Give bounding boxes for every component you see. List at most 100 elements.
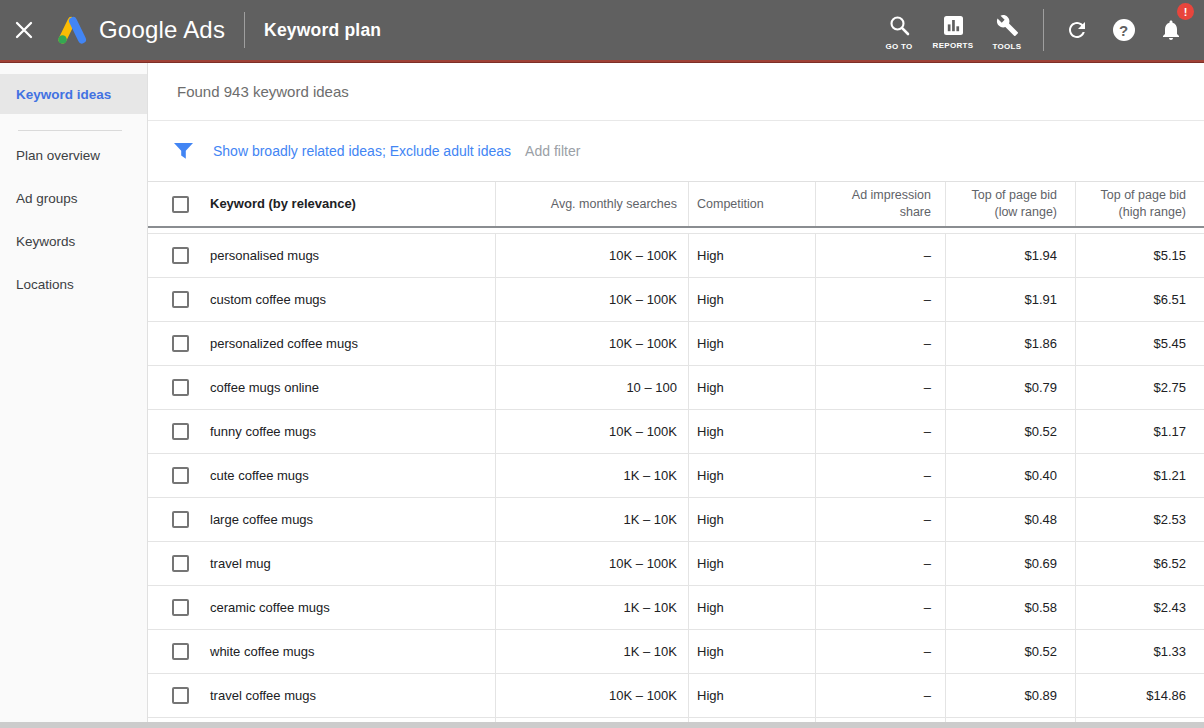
sidebar-item-keyword-ideas[interactable]: Keyword ideas: [0, 74, 147, 114]
keyword-cell: travel coffee mugs: [210, 674, 495, 717]
tools-button[interactable]: TOOLS: [980, 0, 1034, 60]
competition-cell: High: [688, 630, 815, 673]
row-checkbox[interactable]: [148, 454, 210, 497]
column-header-searches[interactable]: Avg. monthly searches: [495, 182, 688, 226]
competition-cell: High: [688, 410, 815, 453]
row-checkbox[interactable]: [148, 366, 210, 409]
low-bid-cell: $0.79: [945, 366, 1075, 409]
select-all-checkbox[interactable]: [148, 196, 210, 213]
row-checkbox[interactable]: [148, 234, 210, 277]
help-button[interactable]: ?: [1100, 0, 1147, 60]
table-row[interactable]: personalised mugs 10K – 100K High – $1.9…: [148, 234, 1204, 278]
high-bid-cell: $6.51: [1075, 278, 1204, 321]
row-checkbox[interactable]: [148, 410, 210, 453]
keyword-cell: travel mug: [210, 542, 495, 585]
keyword-cell: personalized coffee mugs: [210, 322, 495, 365]
row-checkbox[interactable]: [148, 674, 210, 717]
table-row[interactable]: white coffee mugs 1K – 10K High – $0.52 …: [148, 630, 1204, 674]
high-bid-cell: $2.75: [1075, 366, 1204, 409]
searches-cell: 10K – 100K: [495, 278, 688, 321]
table-row[interactable]: personalized coffee mugs 10K – 100K High…: [148, 322, 1204, 366]
keyword-cell: coffee mugs online: [210, 366, 495, 409]
impression-share-cell: –: [815, 542, 945, 585]
horizontal-scrollbar[interactable]: [0, 722, 1204, 728]
row-checkbox[interactable]: [148, 498, 210, 541]
bar-chart-icon: [943, 15, 964, 39]
filter-bar: Show broadly related ideas; Exclude adul…: [148, 121, 1204, 181]
impression-share-cell: –: [815, 366, 945, 409]
competition-cell: High: [688, 586, 815, 629]
table-row[interactable]: funny coffee mugs 10K – 100K High – $0.5…: [148, 410, 1204, 454]
sidebar: Keyword ideas Plan overview Ad groups Ke…: [0, 63, 148, 727]
keyword-table: Keyword (by relevance) Avg. monthly sear…: [148, 181, 1204, 727]
topbar: Google Ads Keyword plan GO TO REPORTS: [0, 0, 1204, 60]
help-icon: ?: [1113, 19, 1135, 41]
table-body: personalised mugs 10K – 100K High – $1.9…: [148, 234, 1204, 727]
keyword-cell: white coffee mugs: [210, 630, 495, 673]
column-header-keyword[interactable]: Keyword (by relevance): [210, 195, 495, 213]
column-header-competition[interactable]: Competition: [688, 182, 815, 226]
table-row[interactable]: travel mug 10K – 100K High – $0.69 $6.52: [148, 542, 1204, 586]
searches-cell: 10K – 100K: [495, 542, 688, 585]
high-bid-cell: $5.15: [1075, 234, 1204, 277]
table-row[interactable]: coffee mugs online 10 – 100 High – $0.79…: [148, 366, 1204, 410]
google-ads-app: Google Ads Keyword plan GO TO REPORTS: [0, 0, 1204, 728]
keyword-cell: funny coffee mugs: [210, 410, 495, 453]
impression-share-cell: –: [815, 454, 945, 497]
sidebar-item-plan-overview[interactable]: Plan overview: [0, 134, 147, 177]
refresh-icon: [1065, 18, 1089, 42]
page-title: Keyword plan: [264, 20, 381, 41]
column-header-impression-share[interactable]: Ad impression share: [815, 182, 945, 226]
competition-cell: High: [688, 454, 815, 497]
searches-cell: 10K – 100K: [495, 410, 688, 453]
competition-cell: High: [688, 278, 815, 321]
column-header-low-bid[interactable]: Top of page bid (low range): [945, 182, 1075, 226]
table-row[interactable]: custom coffee mugs 10K – 100K High – $1.…: [148, 278, 1204, 322]
table-row[interactable]: travel coffee mugs 10K – 100K High – $0.…: [148, 674, 1204, 718]
row-checkbox[interactable]: [148, 322, 210, 365]
searches-cell: 1K – 10K: [495, 454, 688, 497]
filter-icon: [173, 142, 194, 160]
high-bid-cell: $1.33: [1075, 630, 1204, 673]
sidebar-divider: [18, 130, 122, 131]
notification-badge: !: [1177, 3, 1194, 20]
competition-cell: High: [688, 674, 815, 717]
row-checkbox[interactable]: [148, 630, 210, 673]
column-header-high-bid[interactable]: Top of page bid (high range): [1075, 182, 1204, 226]
main-content: Found 943 keyword ideas Show broadly rel…: [148, 63, 1204, 727]
table-row[interactable]: ceramic coffee mugs 1K – 10K High – $0.5…: [148, 586, 1204, 630]
row-checkbox[interactable]: [148, 542, 210, 585]
low-bid-cell: $1.94: [945, 234, 1075, 277]
topbar-divider-2: [1043, 9, 1044, 51]
searches-cell: 10K – 100K: [495, 322, 688, 365]
searches-cell: 10K – 100K: [495, 674, 688, 717]
reports-button[interactable]: REPORTS: [926, 0, 980, 60]
go-to-button[interactable]: GO TO: [872, 0, 926, 60]
sidebar-item-keywords[interactable]: Keywords: [0, 220, 147, 263]
table-row[interactable]: cute coffee mugs 1K – 10K High – $0.40 $…: [148, 454, 1204, 498]
close-icon[interactable]: [0, 0, 48, 60]
sidebar-item-locations[interactable]: Locations: [0, 263, 147, 306]
competition-cell: High: [688, 322, 815, 365]
add-filter-button[interactable]: Add filter: [525, 143, 580, 159]
sidebar-item-ad-groups[interactable]: Ad groups: [0, 177, 147, 220]
competition-cell: High: [688, 366, 815, 409]
high-bid-cell: $5.45: [1075, 322, 1204, 365]
impression-share-cell: –: [815, 410, 945, 453]
table-row[interactable]: large coffee mugs 1K – 10K High – $0.48 …: [148, 498, 1204, 542]
refresh-button[interactable]: [1053, 0, 1100, 60]
searches-cell: 1K – 10K: [495, 630, 688, 673]
keyword-cell: personalised mugs: [210, 234, 495, 277]
competition-cell: High: [688, 498, 815, 541]
high-bid-cell: $1.17: [1075, 410, 1204, 453]
notifications-button[interactable]: !: [1147, 0, 1194, 60]
brand-name: Google Ads: [99, 16, 225, 44]
low-bid-cell: $0.69: [945, 542, 1075, 585]
applied-filters-link[interactable]: Show broadly related ideas; Exclude adul…: [213, 143, 511, 159]
searches-cell: 10 – 100: [495, 366, 688, 409]
high-bid-cell: $2.43: [1075, 586, 1204, 629]
table-header: Keyword (by relevance) Avg. monthly sear…: [148, 181, 1204, 228]
low-bid-cell: $0.89: [945, 674, 1075, 717]
row-checkbox[interactable]: [148, 278, 210, 321]
row-checkbox[interactable]: [148, 586, 210, 629]
